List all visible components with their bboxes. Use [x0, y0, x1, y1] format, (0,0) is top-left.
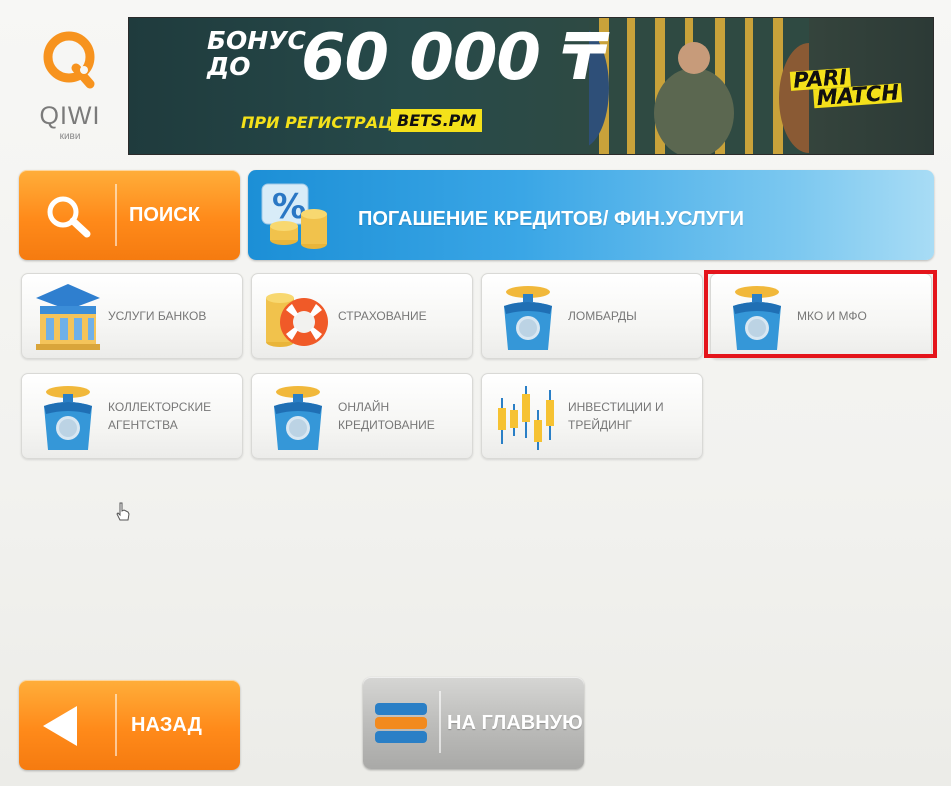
category-title: ПОГАШЕНИЕ КРЕДИТОВ/ ФИН.УСЛУГИ — [358, 208, 744, 230]
banner-amount: 60 000 ₸ — [301, 21, 606, 95]
search-button[interactable]: ПОИСК — [19, 170, 240, 260]
candlestick-icon — [490, 380, 566, 454]
search-icon — [41, 192, 99, 240]
percent-coins-icon: % — [258, 178, 334, 252]
qiwi-logo-icon — [40, 28, 100, 90]
button-divider — [439, 691, 441, 753]
tile-collection-agencies[interactable]: КОЛЛЕКТОРСКИЕ АГЕНТСТВА — [21, 373, 243, 459]
kiosk-screen: QIWI киви БОНУС ДО 60 000 ₸ ПРИ РЕГИСТРА… — [0, 0, 951, 786]
tile-label: КОЛЛЕКТОРСКИЕ АГЕНТСТВА — [108, 400, 212, 432]
home-stack-icon — [373, 699, 429, 747]
tile-insurance[interactable]: СТРАХОВАНИЕ — [251, 273, 473, 359]
logo-subtext: киви — [59, 131, 81, 142]
home-button-label: НА ГЛАВНУЮ — [447, 712, 583, 734]
banner-bonus-text: БОНУС ДО — [207, 26, 306, 81]
back-button[interactable]: НАЗАД — [19, 680, 240, 770]
tile-label: СТРАХОВАНИЕ — [338, 309, 427, 323]
scale-icon — [490, 280, 566, 354]
button-divider — [115, 694, 117, 756]
bank-icon — [30, 280, 106, 354]
search-button-label: ПОИСК — [129, 204, 200, 226]
parimatch-logo: PARI MATCH — [789, 64, 903, 110]
logo-text: QIWI — [39, 102, 101, 130]
tile-online-lending[interactable]: ОНЛАЙН КРЕДИТОВАНИЕ — [251, 373, 473, 459]
tile-label: ИНВЕСТИЦИИ И ТРЕЙДИНГ — [568, 400, 664, 432]
brand-line-2: MATCH — [813, 80, 903, 110]
tile-pawnshops[interactable]: ЛОМБАРДЫ — [481, 273, 703, 359]
selection-highlight — [704, 270, 937, 358]
back-arrow-icon — [41, 704, 81, 748]
qiwi-logo: QIWI киви — [22, 28, 118, 148]
home-button[interactable]: НА ГЛАВНУЮ — [363, 677, 584, 769]
banner-art — [589, 18, 809, 154]
back-button-label: НАЗАД — [131, 714, 202, 736]
scale-icon — [30, 380, 106, 454]
category-header: % ПОГАШЕНИЕ КРЕДИТОВ/ ФИН.УСЛУГИ — [248, 170, 934, 260]
promo-banner[interactable]: БОНУС ДО 60 000 ₸ ПРИ РЕГИСТРАЦИИ BETS.P… — [128, 17, 934, 155]
tile-label: ЛОМБАРДЫ — [568, 309, 637, 323]
tile-label: УСЛУГИ БАНКОВ — [108, 309, 207, 323]
button-divider — [115, 184, 117, 246]
banner-site: BETS.PM — [391, 109, 483, 132]
tile-label: ОНЛАЙН КРЕДИТОВАНИЕ — [338, 400, 435, 432]
hand-cursor-icon — [115, 502, 131, 522]
svg-text:%: % — [272, 187, 306, 227]
lifebuoy-icon — [260, 280, 336, 354]
tile-investments-trading[interactable]: ИНВЕСТИЦИИ И ТРЕЙДИНГ — [481, 373, 703, 459]
scale-icon — [260, 380, 336, 454]
tile-bank-services[interactable]: УСЛУГИ БАНКОВ — [21, 273, 243, 359]
